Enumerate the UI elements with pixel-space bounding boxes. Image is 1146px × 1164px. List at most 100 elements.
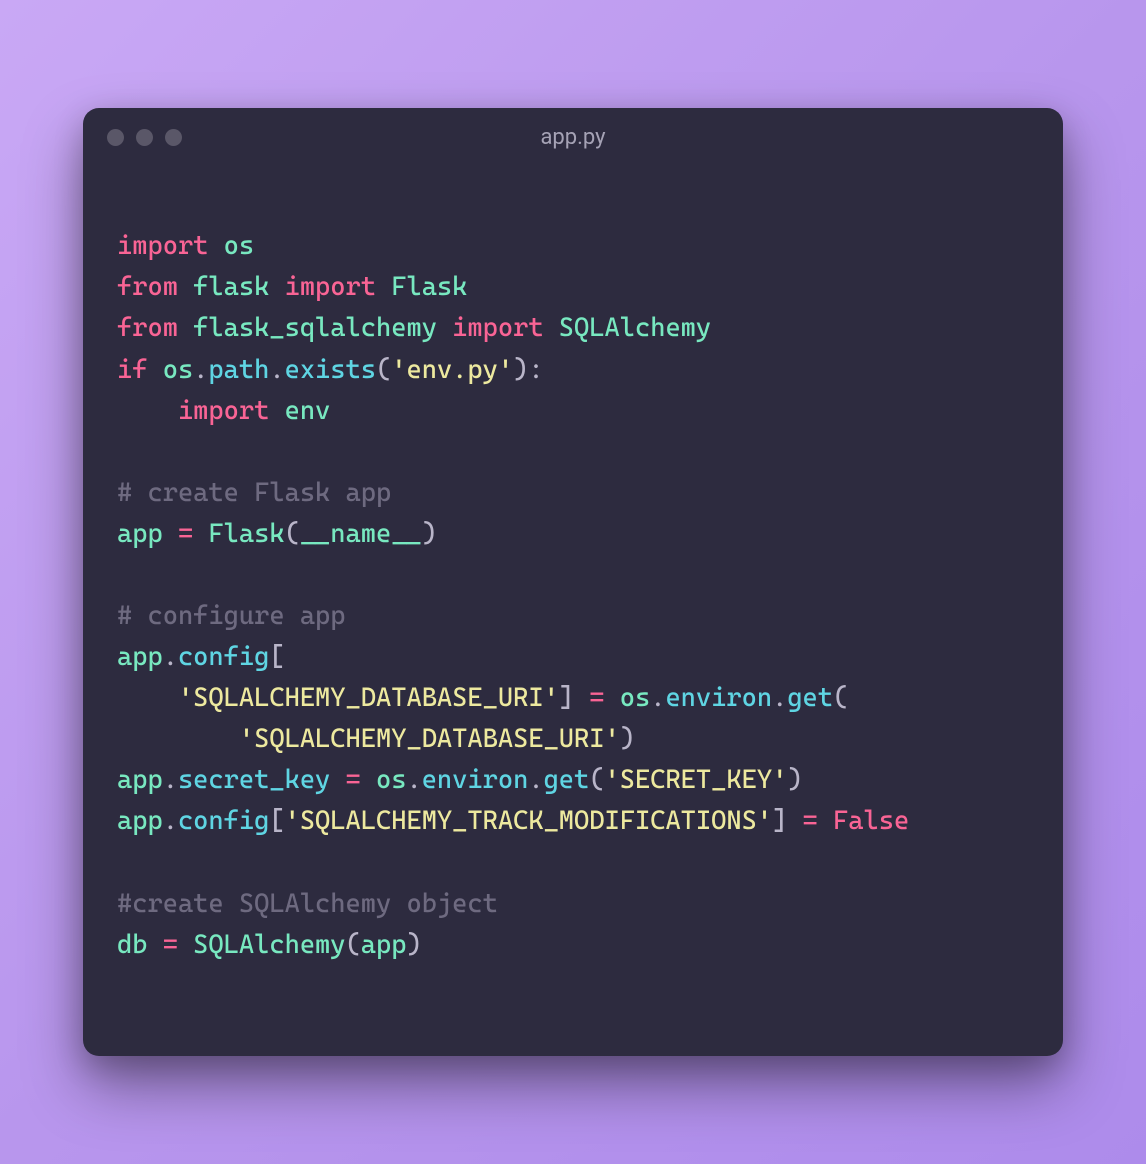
code-token: 'env.py' (391, 355, 513, 385)
code-token: path (208, 355, 269, 385)
code-line: app.secret_key = os.environ.get('SECRET_… (117, 760, 1029, 801)
code-token: = (803, 806, 818, 836)
code-token: . (163, 765, 178, 795)
code-token: os (376, 765, 406, 795)
code-token: ] (772, 806, 802, 836)
code-token: ( (589, 765, 604, 795)
code-token: env (285, 396, 331, 426)
code-token (269, 272, 284, 302)
code-token: 'SQLALCHEMY_DATABASE_URI' (178, 683, 559, 713)
code-token: get (787, 683, 833, 713)
window-title: app.py (540, 125, 605, 150)
code-token: os (620, 683, 650, 713)
code-line: # create Flask app (117, 473, 1029, 514)
code-token (376, 272, 391, 302)
code-token: ) (406, 930, 421, 960)
code-token: ( (376, 355, 391, 385)
code-token: ( (833, 683, 848, 713)
code-line: 'SQLALCHEMY_DATABASE_URI'] = os.environ.… (117, 678, 1029, 719)
code-line: from flask_sqlalchemy import SQLAlchemy (117, 308, 1029, 349)
code-token: = (178, 519, 193, 549)
code-token: config (178, 642, 269, 672)
code-line: from flask import Flask (117, 267, 1029, 308)
code-token: #create SQLAlchemy object (117, 889, 498, 919)
code-token: if (117, 355, 147, 385)
code-token: secret_key (178, 765, 330, 795)
code-token: # configure app (117, 601, 346, 631)
code-line: app.config['SQLALCHEMY_TRACK_MODIFICATIO… (117, 801, 1029, 842)
code-token: ( (285, 519, 300, 549)
code-token: app (361, 930, 407, 960)
code-token: [ (269, 642, 284, 672)
code-token: = (589, 683, 604, 713)
code-token: SQLAlchemy (559, 313, 711, 343)
code-token (269, 396, 284, 426)
code-token: flask (193, 272, 269, 302)
code-line: #create SQLAlchemy object (117, 884, 1029, 925)
code-token: 'SQLALCHEMY_TRACK_MODIFICATIONS' (285, 806, 773, 836)
code-token: ): (513, 355, 543, 385)
code-token: from (117, 272, 178, 302)
code-line (117, 555, 1029, 596)
maximize-icon[interactable] (165, 129, 182, 146)
code-token (178, 313, 193, 343)
code-token: [ (269, 806, 284, 836)
code-token: = (346, 765, 361, 795)
code-token: . (163, 642, 178, 672)
code-token: environ (665, 683, 772, 713)
code-line: app.config[ (117, 637, 1029, 678)
code-token: 'SECRET_KEY' (605, 765, 788, 795)
code-line: import os (117, 226, 1029, 267)
code-line: app = Flask(__name__) (117, 514, 1029, 555)
code-token: # create Flask app (117, 478, 391, 508)
code-token (178, 272, 193, 302)
code-token: = (163, 930, 178, 960)
close-icon[interactable] (107, 129, 124, 146)
code-token: import (452, 313, 543, 343)
code-token (437, 313, 452, 343)
code-token (147, 930, 162, 960)
code-token: db (117, 930, 147, 960)
code-window: app.py import osfrom flask import Flaskf… (83, 108, 1063, 1055)
code-token (193, 519, 208, 549)
code-token (330, 765, 345, 795)
code-token: app (117, 765, 163, 795)
code-token (163, 519, 178, 549)
code-token: . (406, 765, 421, 795)
code-token: __name__ (300, 519, 422, 549)
code-token: . (650, 683, 665, 713)
code-token (208, 231, 223, 261)
code-token: environ (422, 765, 529, 795)
code-token: . (269, 355, 284, 385)
code-token (818, 806, 833, 836)
code-line (117, 842, 1029, 883)
code-token: False (833, 806, 909, 836)
code-token: ) (620, 724, 635, 754)
code-token (605, 683, 620, 713)
code-token: . (193, 355, 208, 385)
code-token (117, 396, 178, 426)
code-token: app (117, 519, 163, 549)
code-token: SQLAlchemy (193, 930, 345, 960)
code-token: flask_sqlalchemy (193, 313, 437, 343)
code-token: . (772, 683, 787, 713)
code-token: config (178, 806, 269, 836)
code-token: exists (285, 355, 376, 385)
code-token: app (117, 806, 163, 836)
code-token: Flask (391, 272, 467, 302)
code-token: ) (422, 519, 437, 549)
code-token: import (178, 396, 269, 426)
code-token (544, 313, 559, 343)
code-line: import env (117, 391, 1029, 432)
code-token: import (285, 272, 376, 302)
code-editor[interactable]: import osfrom flask import Flaskfrom fla… (83, 166, 1063, 1055)
minimize-icon[interactable] (136, 129, 153, 146)
code-token: ) (787, 765, 802, 795)
code-token (117, 724, 239, 754)
window-titlebar: app.py (83, 108, 1063, 166)
code-token: get (544, 765, 590, 795)
code-line: 'SQLALCHEMY_DATABASE_URI') (117, 719, 1029, 760)
traffic-lights (107, 129, 182, 146)
code-line (117, 432, 1029, 473)
code-token (361, 765, 376, 795)
